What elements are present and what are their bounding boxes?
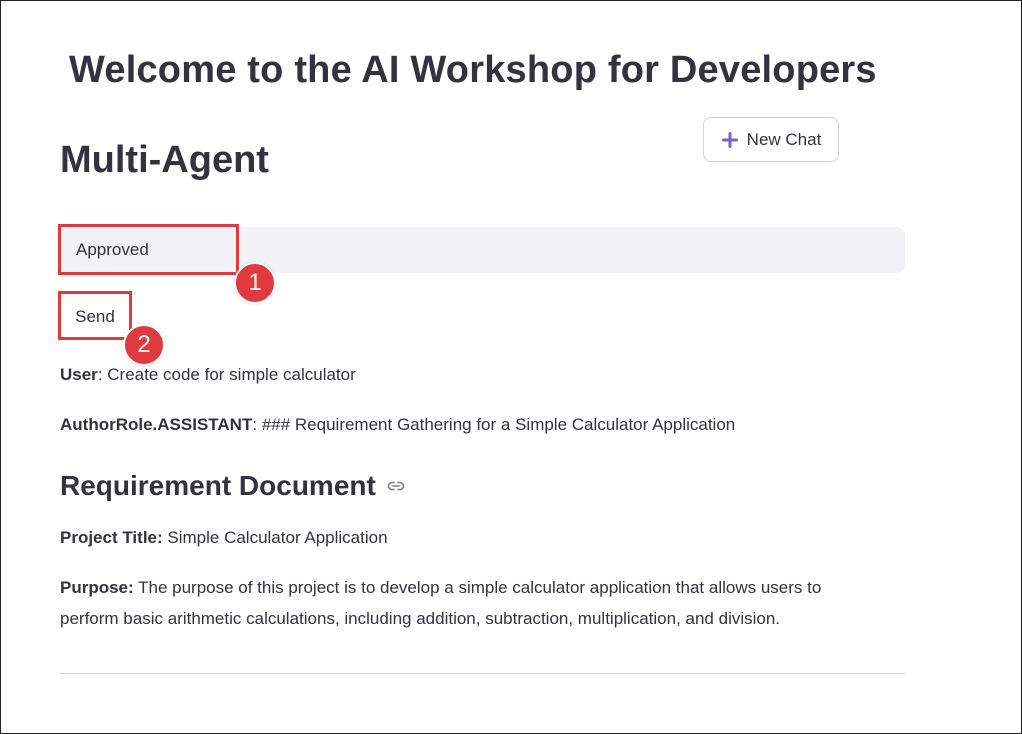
project-title-label: Project Title: [60,528,163,547]
purpose-line-1: Purpose: The purpose of this project is … [60,578,821,598]
page-title: Multi-Agent [60,139,269,181]
app-title: Welcome to the AI Workshop for Developer… [69,49,877,91]
message-author: User [60,365,98,384]
project-title-line: Project Title: Simple Calculator Applica… [60,528,388,548]
purpose-label: Purpose: [60,578,134,597]
divider [60,673,905,674]
message-author: AuthorRole.ASSISTANT [60,415,253,434]
send-button[interactable]: Send [60,295,130,339]
plus-icon [721,131,738,148]
project-title-value: Simple Calculator Application [162,528,388,547]
new-chat-button[interactable]: New Chat [703,117,839,162]
purpose-text-2: perform basic arithmetic calculations, i… [60,609,781,628]
callout-badge-2: 2 [123,324,165,366]
new-chat-label: New Chat [746,129,822,149]
requirement-heading-text: Requirement Document [60,470,376,501]
requirement-heading: Requirement Document [60,470,406,502]
app-window: Welcome to the AI Workshop for Developer… [0,0,1022,734]
chat-input[interactable] [60,227,905,273]
purpose-line-2: perform basic arithmetic calculations, i… [60,609,780,629]
message-text: Create code for simple calculator [102,365,356,384]
message-text: ### Requirement Gathering for a Simple C… [257,415,736,434]
chat-message-assistant: AuthorRole.ASSISTANT: ### Requirement Ga… [60,415,735,435]
callout-badge-1: 1 [234,262,276,304]
chat-message-user: User: Create code for simple calculator [60,365,356,385]
link-icon[interactable] [386,476,406,496]
purpose-text-1: The purpose of this project is to develo… [133,578,822,597]
